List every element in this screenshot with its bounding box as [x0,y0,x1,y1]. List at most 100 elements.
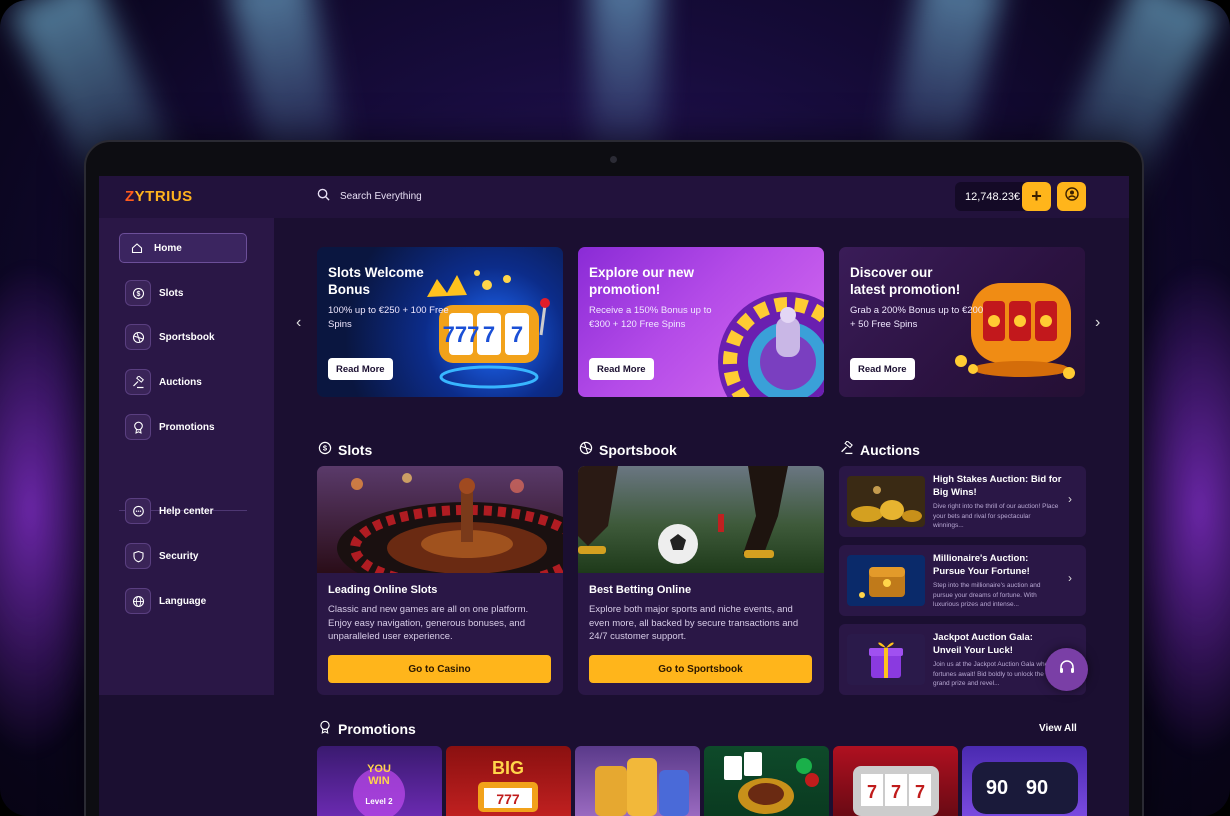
banner-text: 100% up to €250 + 100 Free Spins [328,305,449,330]
sidebar-item-sportsbook[interactable]: Sportsbook [119,322,247,352]
auction-item[interactable]: High Stakes Auction: Bid for Big Wins! D… [839,466,1086,537]
treasure-chest-thumb [847,555,925,606]
plus-icon: + [1031,186,1042,206]
banner-slots-welcome[interactable]: 777 7 7 Slots Welcome Bonus 100% up to €… [317,247,563,397]
promo-tile[interactable]: 7 7 7 [833,746,958,816]
profile-button[interactable] [1057,182,1086,211]
ball-icon [579,441,593,458]
banner-latest-promotion[interactable]: Discover our latest promotion! Grab a 20… [839,247,1085,397]
card-title: Leading Online Slots [328,584,438,596]
sidebar-item-label: Security [159,550,199,562]
sidebar-item-label: Help center [159,505,214,517]
card-text: Explore both major sports and niche even… [589,604,799,642]
view-all-link[interactable]: View All [1039,723,1077,734]
headset-icon [1058,658,1076,681]
gift-box-thumb [847,634,925,685]
section-title-text: Auctions [860,441,920,458]
search-input[interactable]: Search Everything [340,191,422,202]
banner-new-promotion[interactable]: Explore our new promotion! Receive a 150… [578,247,824,397]
go-to-sportsbook-button[interactable]: Go to Sportsbook [589,655,812,683]
casino-chips-art [724,752,819,814]
sidebar-item-label: Home [154,242,182,254]
promo-tile[interactable]: BIG 777 [446,746,571,816]
auction-title: High Stakes Auction: Bid for Big Wins! [933,474,1062,498]
chevron-left-icon: ‹ [296,314,302,331]
card-sportsbook: Best Betting Online Explore both major s… [578,466,824,695]
sidebar-item-help-center[interactable]: Help center [119,496,247,526]
card-slots: Leading Online Slots Classic and new gam… [317,466,563,695]
sidebar-item-promotions[interactable]: Promotions [119,412,247,442]
auction-text: Dive right into the thrill of our auctio… [933,503,1059,529]
banner-title: Slots Welcome Bonus [328,265,424,297]
svg-text:7: 7 [891,782,901,802]
football-photo [578,466,824,573]
chat-icon [125,498,151,524]
auction-text: Join us at the Jackpot Auction Gala wher… [933,661,1055,687]
svg-text:90: 90 [1026,777,1048,799]
coin-icon: $ [125,280,151,306]
coin-icon: $ [318,441,332,458]
section-title-text: Sportsbook [599,441,677,458]
sidebar-item-security[interactable]: Security [119,541,247,571]
sidebar-item-home[interactable]: Home [119,233,247,263]
top-bar: ZYTRIUS Search Everything 12,748.23€ + [99,176,1129,218]
promo-tile[interactable]: YOU WIN Level 2 [317,746,442,816]
svg-text:90: 90 [986,777,1008,799]
auction-text: Step into the millionaire's auction and … [933,582,1041,608]
search-bar[interactable]: Search Everything [317,188,422,204]
big-777-art: BIG 777 [478,758,538,812]
sidebar-item-auctions[interactable]: Auctions [119,367,247,397]
promo-tile[interactable]: 90 90 [962,746,1087,816]
promo-tile[interactable] [575,746,700,816]
svg-text:7: 7 [867,782,877,802]
gavel-icon [125,369,151,395]
webcam [610,156,617,163]
home-icon [128,235,146,261]
card-text: Classic and new games are all on one pla… [328,604,529,642]
logo-mark: Z [125,188,135,205]
sidebar-item-slots[interactable]: $ Slots [119,278,247,308]
auction-item[interactable]: Millionaire's Auction: Pursue Your Fortu… [839,545,1086,616]
sidebar-item-label: Auctions [159,376,202,388]
section-title-slots: $ Slots [318,441,372,458]
gavel-icon [840,440,854,458]
search-icon [317,188,330,204]
background-stage: ZYTRIUS Search Everything 12,748.23€ + H… [0,0,1230,816]
svg-text:7: 7 [915,782,925,802]
go-to-casino-button[interactable]: Go to Casino [328,655,551,683]
svg-text:BIG: BIG [492,758,524,778]
read-more-button[interactable]: Read More [850,358,915,380]
coin-stacks-art [595,758,689,816]
slot-777-art: 7 7 7 [853,766,939,816]
deposit-button[interactable]: + [1022,182,1051,211]
roulette-photo [317,466,563,573]
logo[interactable]: ZYTRIUS [125,188,193,205]
sidebar: Home $ Slots Sportsbook Auctions Promoti… [99,218,274,695]
svg-text:Level 2: Level 2 [365,797,393,806]
sidebar-item-label: Language [159,595,207,607]
auction-title: Millionaire's Auction: Pursue Your Fortu… [933,553,1030,577]
globe-icon [125,588,151,614]
svg-text:777: 777 [496,791,520,807]
sidebar-item-label: Sportsbook [159,331,215,343]
svg-text:7: 7 [483,322,495,347]
svg-text:$: $ [136,291,140,298]
gold-coins-thumb [847,476,925,527]
read-more-button[interactable]: Read More [328,358,393,380]
chevron-right-icon: › [1068,571,1072,585]
card-title: Best Betting Online [589,584,692,596]
you-win-art: YOU WIN Level 2 [353,763,405,816]
support-chat-button[interactable] [1045,648,1088,691]
sidebar-item-language[interactable]: Language [119,586,247,616]
ninety-slot-art: 90 90 [972,762,1078,814]
ball-icon [125,324,151,350]
read-more-button[interactable]: Read More [589,358,654,380]
carousel-prev-button[interactable]: ‹ [296,314,301,332]
promo-tile[interactable] [704,746,829,816]
award-icon [125,414,151,440]
section-title-promotions: Promotions [318,720,416,737]
carousel-next-button[interactable]: › [1095,314,1100,332]
section-title-text: Slots [338,441,373,458]
award-icon [318,720,332,737]
sidebar-item-label: Promotions [159,421,215,433]
